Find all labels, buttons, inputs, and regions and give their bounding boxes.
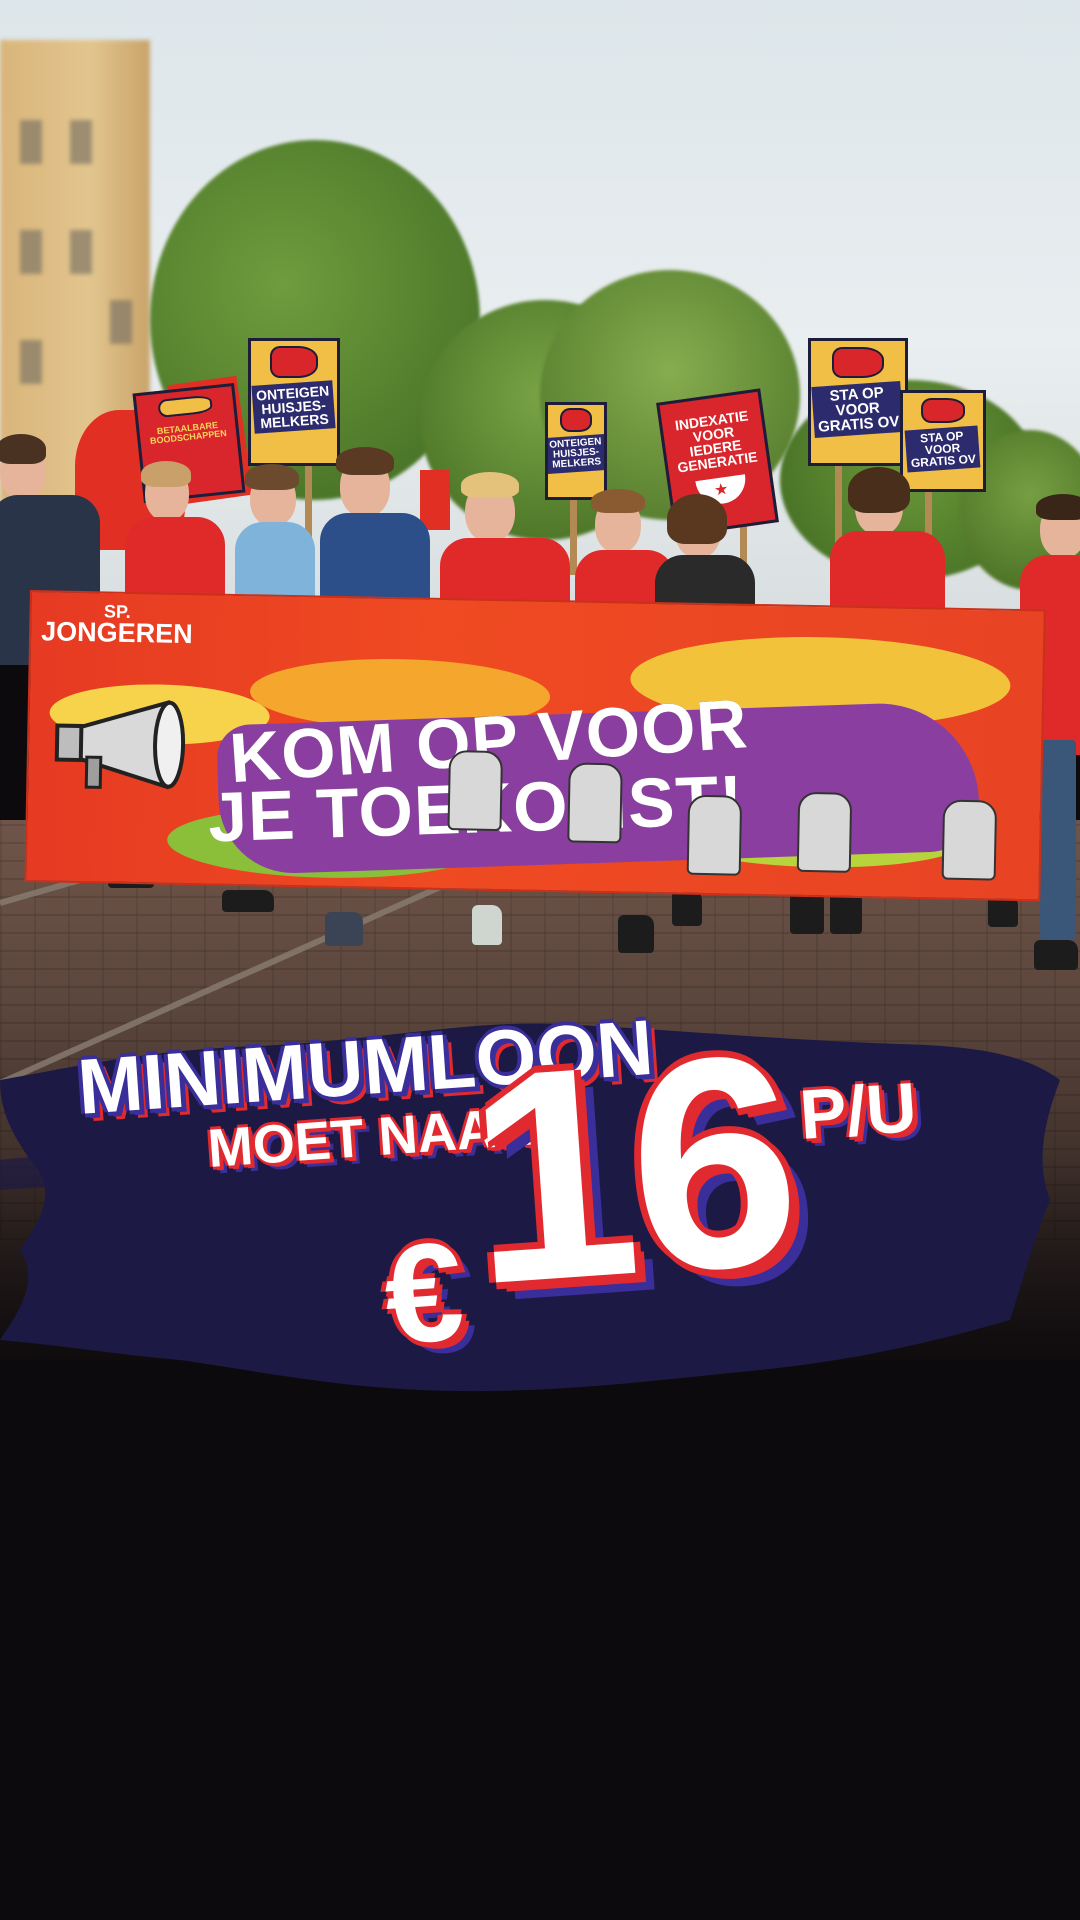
protest-sign: STA OP VOOR GRATIS OV bbox=[808, 338, 908, 466]
megaphone-icon bbox=[157, 394, 213, 419]
wage-amount-value: 16 bbox=[458, 989, 803, 1348]
shoe bbox=[222, 890, 274, 912]
shoe bbox=[618, 915, 654, 953]
sign-text: ONTEIGEN HUISJES- MELKERS bbox=[251, 380, 337, 434]
protest-sign: STA OP VOOR GRATIS OV bbox=[900, 390, 986, 492]
poster: ONTEIGEN HUISJES- MELKERS BETAALBARE BOO… bbox=[0, 0, 1080, 1920]
sign-text: BETAALBARE BOODSCHAPPEN bbox=[149, 420, 228, 447]
sign-text: ONTEIGEN HUISJES- MELKERS bbox=[548, 433, 604, 474]
megaphone-icon bbox=[831, 346, 885, 379]
megaphone-icon bbox=[920, 397, 966, 423]
sign-text: STA OP VOOR GRATIS OV bbox=[811, 380, 905, 439]
sp-jongeren-logo: SP. JONGEREN bbox=[40, 601, 194, 650]
sign-stick bbox=[570, 495, 577, 575]
sign-text: STA OP VOOR GRATIS OV bbox=[905, 425, 981, 473]
shoe bbox=[472, 905, 502, 945]
raised-fist-icon bbox=[941, 799, 998, 881]
logo-name-text: JONGEREN bbox=[40, 616, 194, 650]
flag bbox=[420, 470, 450, 530]
shoe bbox=[672, 890, 702, 926]
euro-sign: € bbox=[379, 1211, 469, 1374]
per-hour-unit: P/U bbox=[797, 1067, 920, 1154]
shoe bbox=[325, 912, 363, 946]
megaphone-icon bbox=[560, 408, 592, 433]
megaphone-icon bbox=[54, 700, 186, 790]
raised-fist-icon bbox=[796, 791, 853, 873]
raised-fist-icon bbox=[686, 794, 743, 876]
leg bbox=[1040, 740, 1076, 940]
raised-fist-icon bbox=[567, 762, 623, 844]
raised-fist-icon bbox=[447, 750, 503, 832]
protest-sign: ONTEIGEN HUISJES- MELKERS bbox=[248, 338, 340, 466]
protest-banner: SP. JONGEREN KOM OP VOOR JE TOEKOMST! bbox=[24, 590, 1046, 902]
shoe bbox=[1034, 940, 1078, 970]
sign-text: INDEXATIE VOOR IEDERE GENERATIE bbox=[673, 407, 759, 476]
megaphone-icon bbox=[269, 346, 319, 378]
protest-sign: ONTEIGEN HUISJES- MELKERS bbox=[545, 402, 607, 500]
